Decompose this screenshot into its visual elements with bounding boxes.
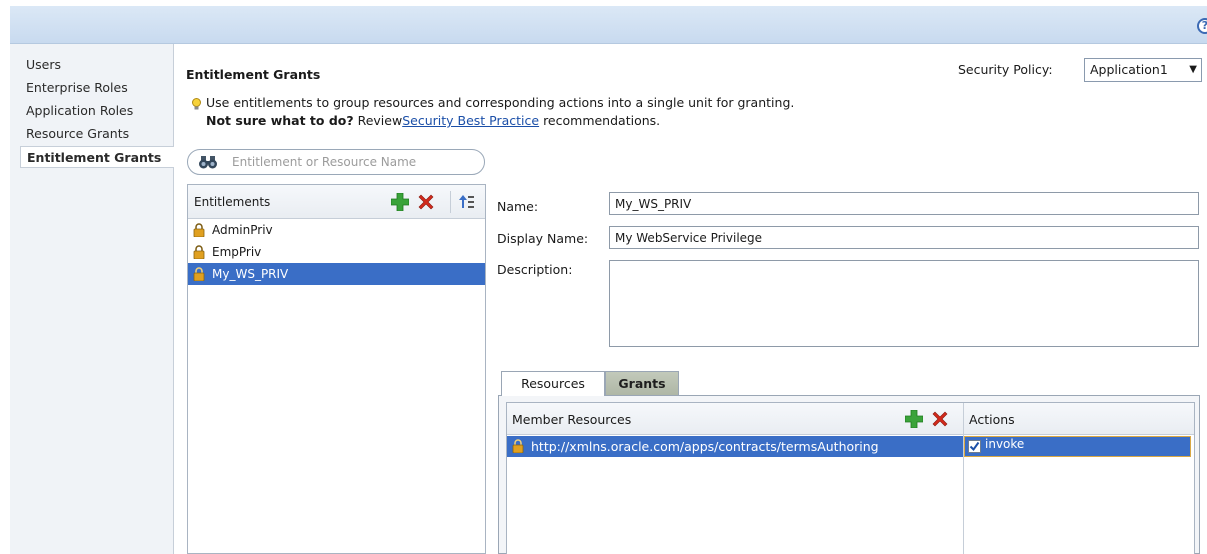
- entitlement-name: AdminPriv: [212, 223, 273, 237]
- column-separator: [963, 403, 964, 435]
- name-field[interactable]: [609, 192, 1199, 215]
- delete-resource-icon[interactable]: [931, 410, 949, 428]
- member-resources-grid: Member Resources Actions http://xmlns.or…: [506, 402, 1195, 554]
- invoke-checkbox[interactable]: [968, 440, 981, 453]
- nav-item-users[interactable]: Users: [10, 54, 173, 76]
- security-policy-value: Application1: [1090, 62, 1168, 77]
- lock-icon: [193, 245, 205, 259]
- entitlement-row-adminpriv[interactable]: AdminPriv: [188, 219, 485, 241]
- description-field[interactable]: [609, 260, 1199, 347]
- tab-resources[interactable]: Resources: [501, 371, 605, 396]
- member-resources-header: Member Resources: [512, 412, 632, 427]
- sort-icon[interactable]: [458, 193, 476, 211]
- entitlement-name: EmpPriv: [212, 245, 262, 259]
- actions-header: Actions: [969, 412, 1015, 427]
- main-panel: Entitlement Grants Security Policy: Appl…: [175, 44, 1207, 554]
- search-input[interactable]: [232, 153, 472, 171]
- lock-icon: [512, 439, 524, 453]
- entitlement-row-emppriv[interactable]: EmpPriv: [188, 241, 485, 263]
- security-policy-select[interactable]: Application1 ▼: [1084, 58, 1202, 82]
- lock-icon: [193, 267, 205, 281]
- tab-grants[interactable]: Grants: [605, 371, 679, 396]
- hint-review: Review: [353, 113, 403, 128]
- binoculars-icon[interactable]: [198, 156, 220, 169]
- nav-item-entitlement-grants[interactable]: Entitlement Grants: [20, 146, 174, 168]
- display-name-field[interactable]: [609, 226, 1199, 249]
- header-bar: ?: [10, 6, 1207, 44]
- security-policy-label: Security Policy:: [958, 62, 1053, 77]
- resources-panel: Member Resources Actions http://xmlns.or…: [498, 395, 1200, 554]
- action-row[interactable]: invoke: [964, 436, 1191, 457]
- hint-tail: recommendations.: [539, 113, 661, 128]
- header-divider: [450, 191, 451, 213]
- add-resource-icon[interactable]: [905, 410, 923, 428]
- display-name-label: Display Name:: [497, 231, 589, 246]
- resources-grid-header: Member Resources Actions: [507, 403, 1194, 435]
- description-label: Description:: [497, 262, 573, 277]
- search-box: [187, 149, 485, 175]
- chevron-down-icon: ▼: [1189, 64, 1197, 75]
- nav-item-enterprise-roles[interactable]: Enterprise Roles: [10, 77, 173, 99]
- help-icon[interactable]: ?: [1197, 18, 1207, 34]
- nav-item-application-roles[interactable]: Application Roles: [10, 100, 173, 122]
- delete-icon[interactable]: [417, 193, 435, 211]
- name-label: Name:: [497, 199, 539, 214]
- left-nav: Users Enterprise Roles Application Roles…: [10, 44, 174, 554]
- lightbulb-icon: [192, 98, 201, 110]
- lock-icon: [193, 223, 205, 237]
- add-icon[interactable]: [391, 193, 409, 211]
- hint-text: Use entitlements to group resources and …: [206, 95, 795, 110]
- hint-question: Not sure what to do?: [206, 113, 354, 128]
- entitlement-name: My_WS_PRIV: [212, 267, 289, 281]
- entitlements-header-label: Entitlements: [194, 195, 271, 209]
- entitlements-panel: Entitlements AdminPriv EmpPriv My_WS_PRI…: [187, 184, 486, 554]
- hint-help-line: Not sure what to do? ReviewSecurity Best…: [206, 113, 660, 128]
- member-resource-url: http://xmlns.oracle.com/apps/contracts/t…: [531, 439, 879, 454]
- entitlements-header: Entitlements: [188, 185, 485, 219]
- checkmark-icon: [969, 441, 980, 452]
- nav-item-resource-grants[interactable]: Resource Grants: [10, 123, 173, 145]
- entitlement-row-my-ws-priv[interactable]: My_WS_PRIV: [188, 263, 485, 285]
- security-best-practice-link[interactable]: Security Best Practice: [402, 113, 539, 128]
- member-resource-row[interactable]: http://xmlns.oracle.com/apps/contracts/t…: [507, 436, 963, 457]
- action-name: invoke: [985, 437, 1025, 451]
- page-title: Entitlement Grants: [186, 67, 321, 82]
